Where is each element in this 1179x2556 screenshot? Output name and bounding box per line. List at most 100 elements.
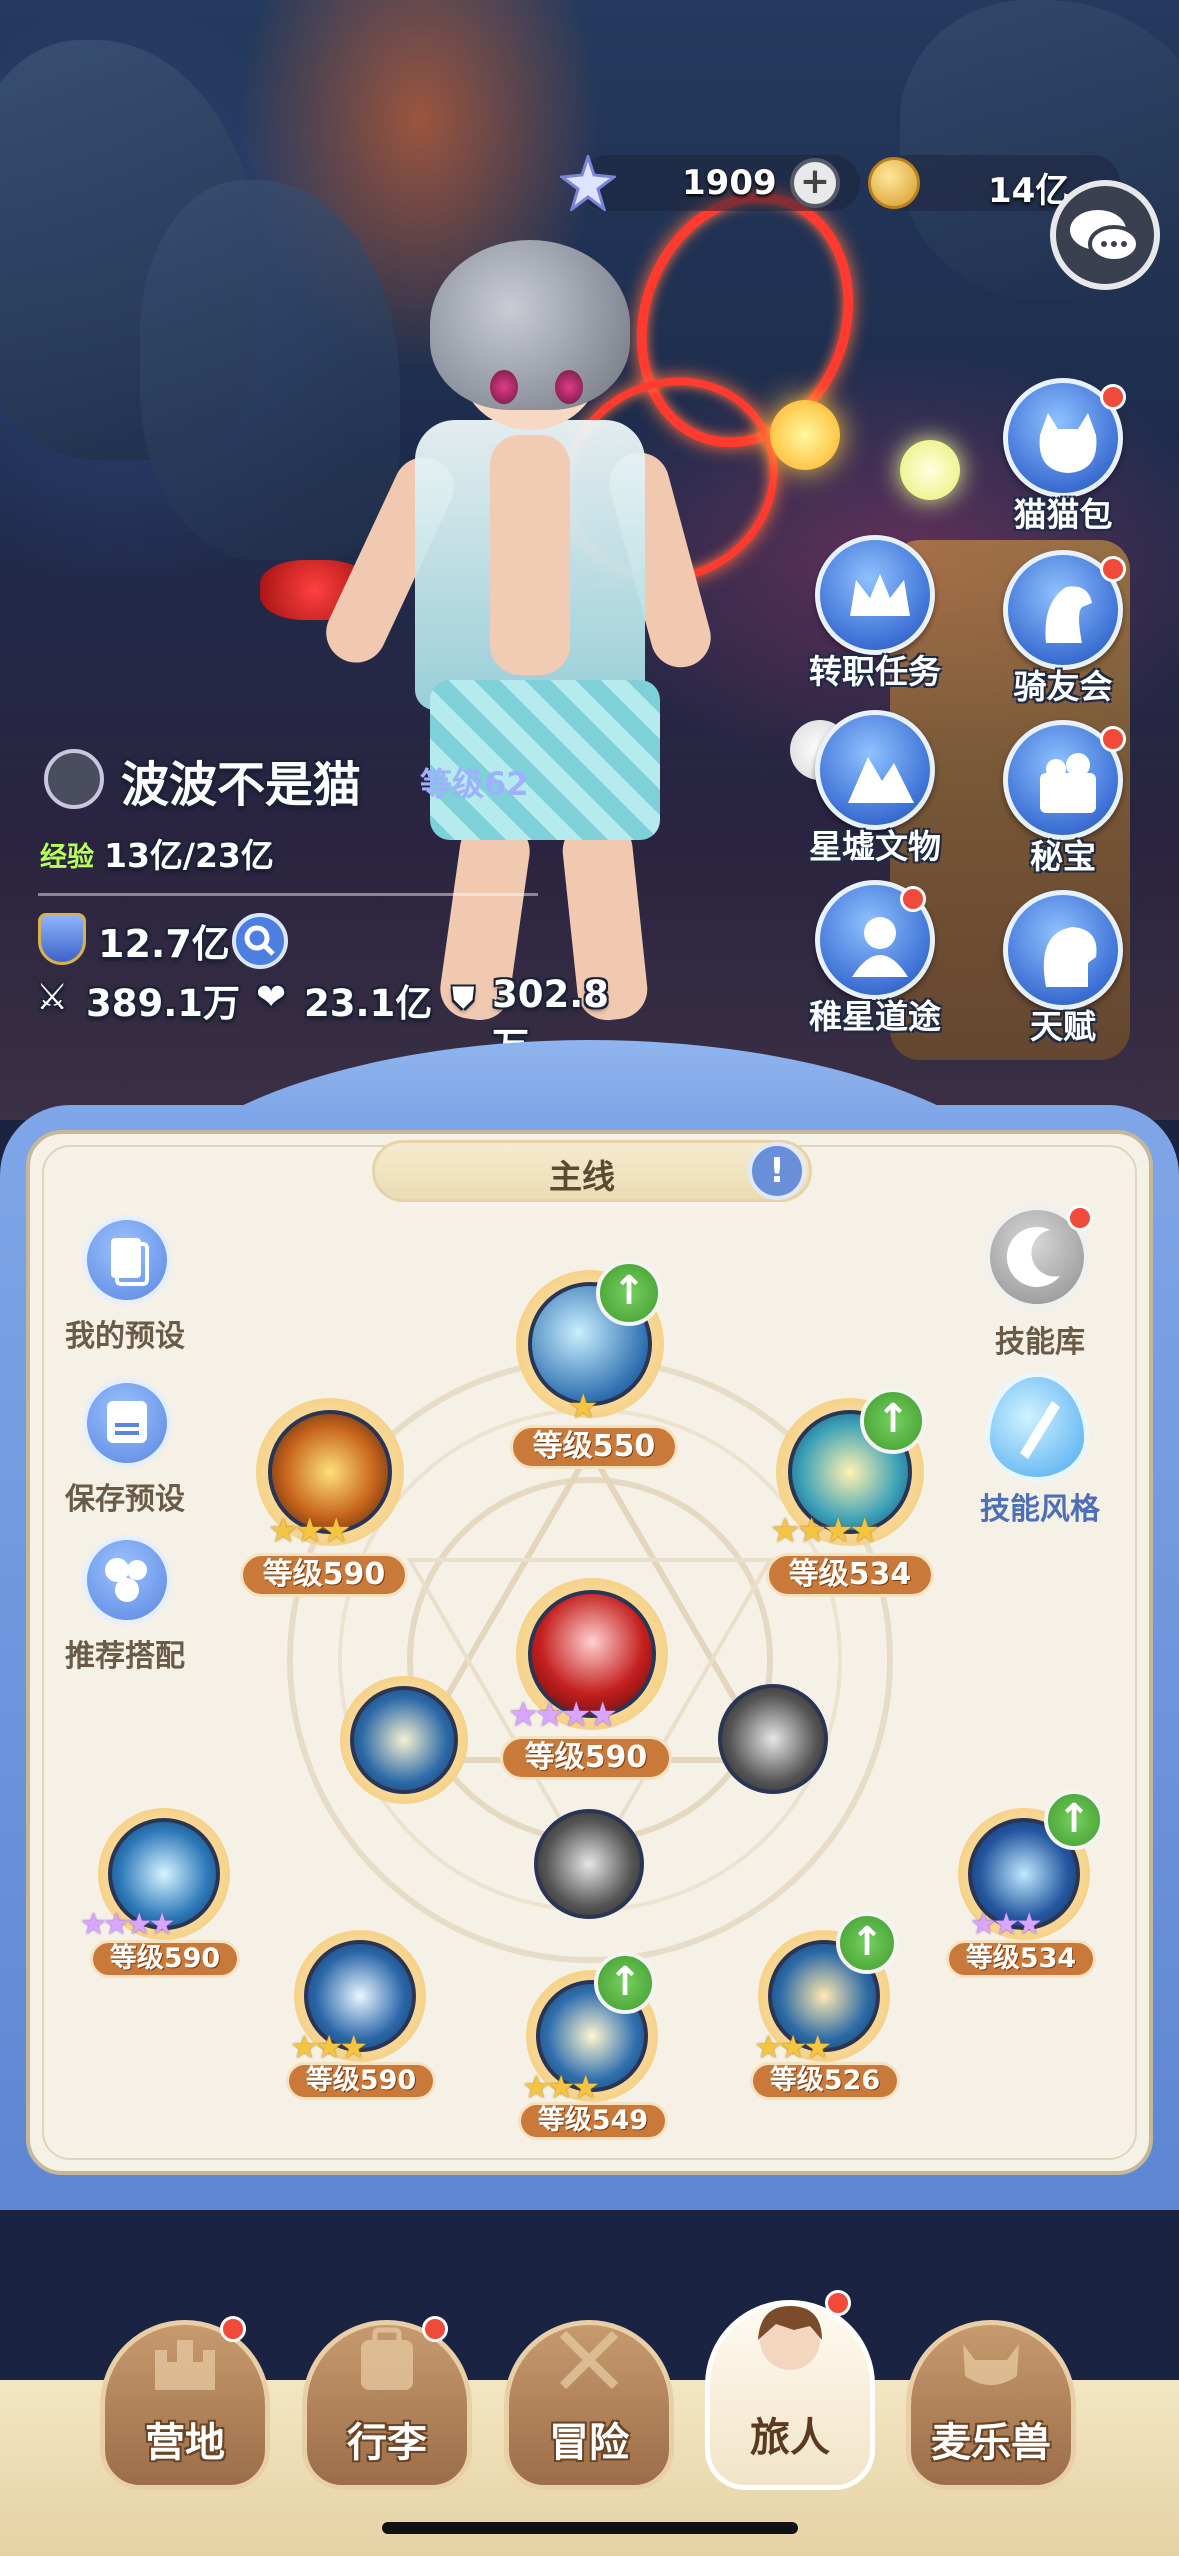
- player-character[interactable]: [316, 220, 740, 1040]
- notification-dot: [825, 2290, 851, 2316]
- skill-slot-bottom-right[interactable]: ★★★ 等级526 ↑: [740, 1912, 920, 2120]
- nav-tab-camp[interactable]: 营地: [100, 2300, 270, 2490]
- notification-dot: [422, 2316, 448, 2342]
- talent-icon: [1003, 890, 1123, 1010]
- skill-style-label: 技能风格: [980, 1492, 1100, 1527]
- skill-slot-upper-left[interactable]: ★★★ 等级590: [240, 1388, 420, 1608]
- notification-dot: [220, 2316, 246, 2342]
- nav-tab-pet[interactable]: 麦乐兽: [906, 2300, 1076, 2490]
- skill-stars: ★★★: [522, 2068, 600, 2106]
- skill-stars: ★★★★: [508, 1695, 618, 1735]
- skill-stars: ★★★★: [770, 1511, 880, 1551]
- heart-icon: ❤: [256, 977, 287, 1018]
- nav-tab-traveler[interactable]: 旅人: [705, 2270, 875, 2490]
- nav-tab-label: 麦乐兽: [931, 2420, 1051, 2466]
- home-indicator[interactable]: [382, 2522, 798, 2534]
- exp-value: 13亿/23亿: [104, 836, 274, 875]
- side-menu-label: 秘宝: [1030, 837, 1096, 876]
- skill-level: 等级590: [286, 2062, 436, 2100]
- skill-stars: ★★★: [970, 1907, 1043, 1942]
- skill-stars: ★★★: [754, 2028, 832, 2066]
- side-menu-cat-bag[interactable]: 猫猫包: [988, 378, 1138, 548]
- crystal-star-icon: [558, 152, 618, 213]
- upgrade-arrow-icon: ↑: [836, 1912, 898, 1974]
- divider: [38, 893, 538, 896]
- locked-skill-icon: [534, 1809, 644, 1919]
- skill-stars: ★★★: [290, 2028, 368, 2066]
- character-chest: [490, 435, 570, 675]
- backpack-icon: [347, 2320, 427, 2400]
- hp-value: 23.1亿: [304, 982, 433, 1025]
- skill-level: 等级534: [766, 1553, 934, 1597]
- coin-icon: [868, 157, 920, 209]
- notification-dot: [1100, 726, 1126, 752]
- tab-info-book-icon[interactable]: !: [748, 1142, 806, 1200]
- skill-slot-far-right[interactable]: ★★★ 等级534 ↑: [940, 1790, 1120, 1998]
- nav-tab-luggage[interactable]: 行李: [302, 2300, 472, 2490]
- defense-shield-icon: ⛊: [452, 981, 475, 1016]
- skill-slot-upper-right[interactable]: ★★★★ 等级534 ↑: [760, 1388, 940, 1608]
- dash-skill-icon: [350, 1686, 458, 1794]
- mainline-tab-label: 主线: [549, 1157, 615, 1196]
- nav-tab-label: 冒险: [549, 2420, 629, 2466]
- my-preset-button[interactable]: 我的预设: [40, 1215, 200, 1355]
- recommend-icon: [82, 1535, 172, 1625]
- skill-slot-center[interactable]: ★★★★ 等级590: [498, 1568, 688, 1788]
- side-menu-label: 猫猫包: [1013, 495, 1113, 534]
- power-details-button[interactable]: [232, 913, 288, 969]
- attack-swords-icon: ⚔: [36, 977, 69, 1018]
- skill-level: 等级590: [90, 1940, 240, 1978]
- crown-icon: [815, 535, 935, 655]
- chat-button[interactable]: [1050, 180, 1160, 290]
- magnifier-icon: [244, 925, 275, 956]
- skill-slot-satellite-left[interactable]: [334, 1670, 474, 1810]
- skill-style-button[interactable]: 技能风格: [955, 1372, 1125, 1532]
- side-menu-label: 稚星道途: [809, 997, 941, 1036]
- skill-library-button[interactable]: 技能库: [955, 1205, 1125, 1365]
- nav-tab-adventure[interactable]: 冒险: [504, 2300, 674, 2490]
- glow-orb: [900, 440, 960, 500]
- chat-bubble-icon: [1070, 210, 1140, 263]
- my-preset-label: 我的预设: [65, 1319, 185, 1354]
- skill-stars: ★★★: [268, 1511, 351, 1551]
- side-menu-label: 转职任务: [809, 652, 941, 691]
- notification-dot: [1100, 556, 1126, 582]
- currency-bar: 1909 + 14亿: [558, 152, 1120, 213]
- glow-orb: [770, 400, 840, 470]
- exp-label: 经验: [40, 842, 94, 873]
- side-menu-talent[interactable]: 天赋: [988, 890, 1138, 1060]
- swords-icon: [549, 2320, 629, 2400]
- skill-stars: ★: [568, 1387, 599, 1427]
- star-currency-value: 1909: [682, 163, 777, 203]
- upgrade-arrow-icon: ↑: [594, 1952, 656, 2014]
- add-stars-button[interactable]: +: [790, 158, 840, 208]
- skill-slot-satellite-right[interactable]: [714, 1680, 834, 1800]
- side-menu-job-quest[interactable]: 转职任务: [800, 535, 950, 705]
- side-menu-label: 骑友会: [1013, 667, 1113, 706]
- side-menu-rider-club[interactable]: 骑友会: [988, 550, 1138, 720]
- character-eye: [490, 370, 518, 404]
- nav-tab-label: 营地: [145, 2420, 225, 2466]
- skill-slot-top[interactable]: ★ 等级550 ↑: [500, 1260, 680, 1480]
- side-menu-label: 星墟文物: [809, 827, 941, 866]
- class-emblem-icon: [44, 749, 104, 809]
- upgrade-arrow-icon: ↑: [860, 1388, 926, 1454]
- save-preset-button[interactable]: 保存预设: [40, 1378, 200, 1518]
- save-icon: [82, 1378, 172, 1468]
- side-menu-treasure[interactable]: 秘宝: [988, 720, 1138, 890]
- recommend-build-label: 推荐搭配: [65, 1639, 185, 1674]
- skill-slot-far-left[interactable]: ★★★★ 等级590: [80, 1808, 260, 1998]
- skill-slot-bottom-center[interactable]: ★★★ 等级549 ↑: [508, 1952, 688, 2160]
- skill-slot-bottom-left[interactable]: ★★★ 等级590: [276, 1930, 456, 2120]
- combat-power-value: 12.7亿: [98, 922, 230, 966]
- nav-tab-label: 行李: [347, 2420, 427, 2466]
- skill-library-label: 技能库: [995, 1325, 1085, 1360]
- skill-stars: ★★★★: [80, 1907, 176, 1942]
- side-menu-star-path[interactable]: 稚星道途: [800, 880, 950, 1050]
- recommend-build-button[interactable]: 推荐搭配: [40, 1535, 200, 1675]
- side-menu-label: 天赋: [1030, 1007, 1096, 1046]
- side-menu-star-ruins[interactable]: 星墟文物: [800, 710, 950, 880]
- character-eye: [555, 370, 583, 404]
- skill-slot-satellite-bottom[interactable]: [530, 1805, 650, 1925]
- player-level: 等级62: [420, 765, 529, 803]
